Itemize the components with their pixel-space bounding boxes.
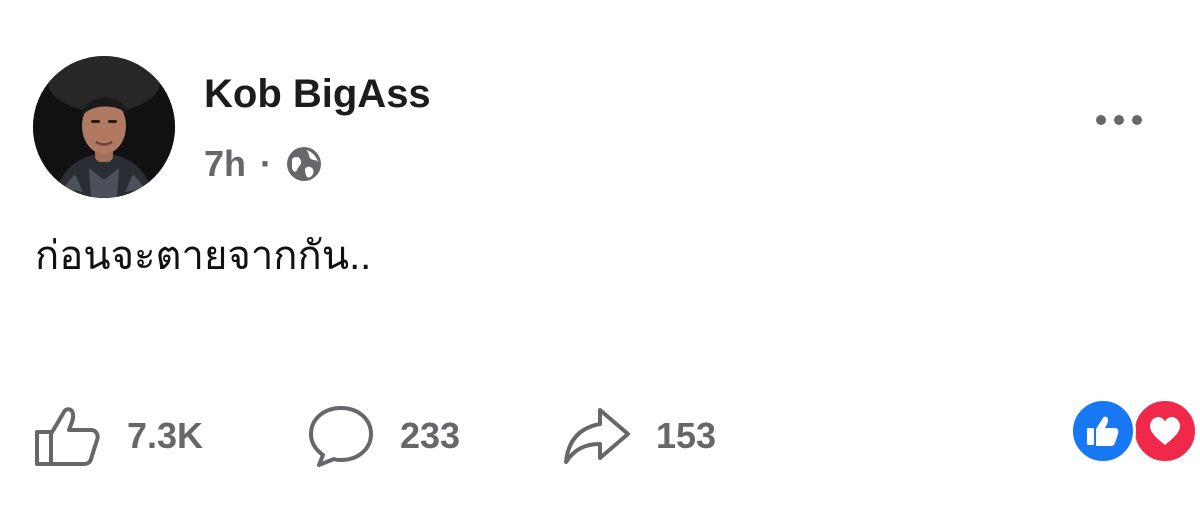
share-button[interactable]: 153 xyxy=(562,404,716,468)
globe-icon[interactable] xyxy=(284,144,324,184)
love-reaction-icon xyxy=(1132,398,1198,464)
avatar[interactable] xyxy=(33,56,175,198)
author-name[interactable]: Kob BigAss xyxy=(204,70,431,118)
more-options-button[interactable] xyxy=(1084,100,1154,140)
comment-button[interactable]: 233 xyxy=(306,404,460,468)
more-dot-icon xyxy=(1132,115,1142,125)
like-count: 7.3K xyxy=(127,415,204,456)
comment-bubble-icon xyxy=(309,406,373,467)
avatar-photo xyxy=(33,56,175,198)
share-count: 153 xyxy=(656,415,717,456)
post-meta: 7h · xyxy=(204,144,324,184)
more-dot-icon xyxy=(1114,115,1124,125)
thumbs-up-icon xyxy=(1087,416,1119,446)
like-reaction-icon xyxy=(1070,398,1136,464)
reaction-summary[interactable] xyxy=(1070,398,1200,466)
like-button[interactable]: 7.3K xyxy=(33,404,203,468)
post-text: ก่อนจะตายจากกัน.. xyxy=(35,234,372,278)
facebook-post: Kob BigAss 7h · ก่อนจะตายจากกัน.. 7.3K 2… xyxy=(0,0,1200,509)
thumbs-up-icon xyxy=(35,407,100,466)
share-arrow-icon xyxy=(564,408,630,464)
more-dot-icon xyxy=(1096,115,1106,125)
comment-count: 233 xyxy=(400,415,461,456)
meta-separator: · xyxy=(260,143,273,184)
heart-icon xyxy=(1150,417,1180,445)
post-timestamp[interactable]: 7h xyxy=(204,144,246,184)
